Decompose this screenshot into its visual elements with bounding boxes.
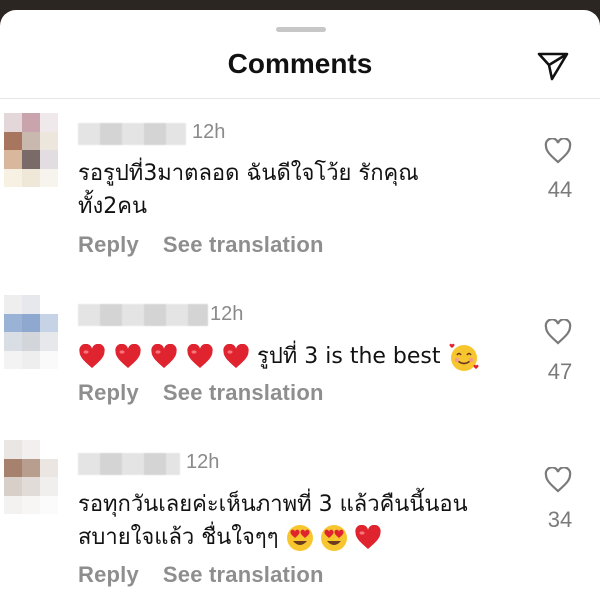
see-translation-button[interactable]: See translation (163, 232, 324, 257)
comment-text: รอทุกวันเลยค่ะเห็นภาพที่ 3 แล้วคืนนี้นอน… (78, 488, 518, 554)
comments-sheet: Comments 12h รอรูปที่3มาตลอด ฉันดีใจโว้ย… (0, 10, 600, 596)
like-count: 34 (547, 507, 573, 532)
avatar[interactable] (4, 440, 58, 514)
heart-eyes-icon (320, 525, 347, 551)
paper-plane-icon[interactable] (536, 50, 570, 82)
like-count: 47 (547, 359, 573, 384)
username[interactable] (78, 453, 180, 475)
comment-actions: Reply See translation (78, 232, 348, 258)
see-translation-button[interactable]: See translation (163, 562, 324, 587)
comment-text: รูปที่ 3 is the best (78, 340, 518, 373)
username[interactable] (78, 304, 208, 326)
red-heart-icon (79, 344, 105, 368)
smiling-face-with-hearts-icon (449, 343, 479, 371)
red-heart-icon (187, 344, 213, 368)
reply-button[interactable]: Reply (78, 232, 139, 257)
like-count: 44 (547, 177, 573, 202)
heart-eyes-icon (286, 525, 313, 551)
reply-button[interactable]: Reply (78, 562, 139, 587)
red-heart-icon (115, 344, 141, 368)
red-heart-icon (354, 525, 381, 549)
comment-actions: Reply See translation (78, 380, 348, 406)
username[interactable] (78, 123, 186, 145)
comment-time: 12h (192, 121, 226, 143)
reply-button[interactable]: Reply (78, 380, 139, 405)
heart-icon[interactable] (544, 467, 572, 493)
heart-icon[interactable] (544, 138, 572, 164)
emoji-group (78, 344, 250, 369)
comment-actions: Reply See translation (78, 562, 348, 588)
page-title: Comments (227, 48, 373, 79)
heart-icon[interactable] (544, 319, 572, 345)
see-translation-button[interactable]: See translation (163, 380, 324, 405)
comment-time: 12h (210, 303, 244, 325)
comment-text-body: รอทุกวันเลยค่ะเห็นภาพที่ 3 แล้วคืนนี้นอน… (78, 492, 468, 550)
red-heart-icon (223, 344, 249, 368)
avatar[interactable] (4, 113, 58, 187)
emoji-group (286, 525, 382, 551)
red-heart-icon (151, 344, 177, 368)
header-divider (0, 98, 600, 99)
comment-text: รอรูปที่3มาตลอด ฉันดีใจโว้ย รักคุณทั้ง2ค… (78, 161, 419, 219)
smiling-face-with-hearts-icon (448, 343, 480, 371)
avatar[interactable] (4, 295, 58, 369)
sheet-grabber[interactable] (276, 27, 326, 32)
comment-text-suffix: รูปที่ 3 is the best (257, 344, 441, 369)
comment-time: 12h (186, 451, 220, 473)
